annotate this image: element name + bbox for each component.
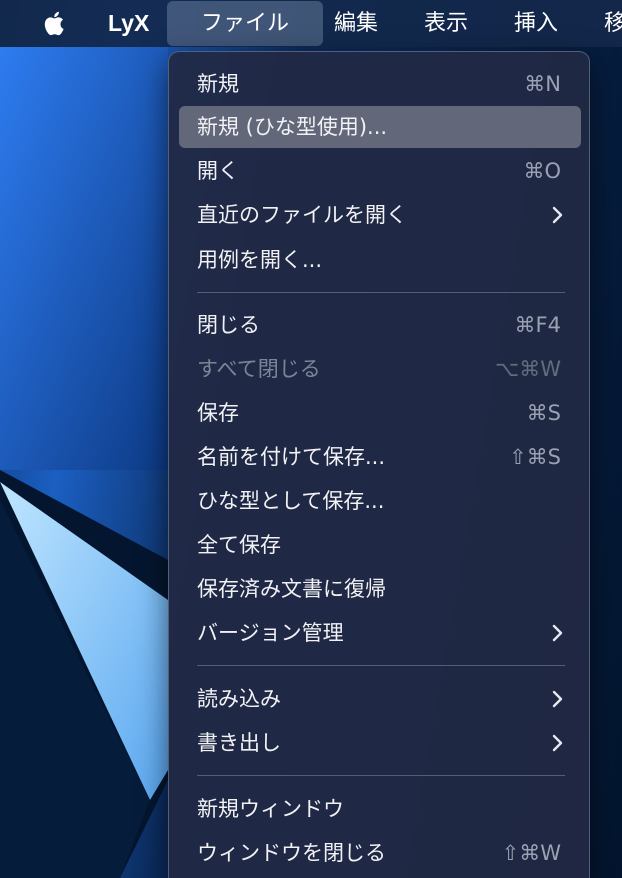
menu-item-label: 名前を付けて保存... <box>197 445 386 469</box>
menu-insert[interactable]: 挿入 <box>514 0 558 47</box>
menu-file[interactable]: ファイル <box>167 1 323 46</box>
chevron-right-icon <box>552 690 563 708</box>
menu-item-label: ウィンドウを閉じる <box>197 841 386 865</box>
menu-item-revert[interactable]: 保存済み文書に復帰 <box>179 568 581 610</box>
shortcut-label: ⌘O <box>523 159 561 183</box>
menu-navigate[interactable]: 移 <box>604 0 622 47</box>
menu-item-close-window[interactable]: ウィンドウを閉じる ⇧⌘W <box>179 832 581 874</box>
menu-item-open-example[interactable]: 用例を開く... <box>179 239 581 281</box>
menu-item-save-all[interactable]: 全て保存 <box>179 524 581 566</box>
menu-item-new[interactable]: 新規 ⌘N <box>179 63 581 105</box>
menu-item-version-control[interactable]: バージョン管理 <box>179 612 581 654</box>
menu-item-label: 新規 <box>197 72 239 96</box>
menu-item-close[interactable]: 閉じる ⌘F4 <box>179 304 581 346</box>
menu-item-label: 新規ウィンドウ <box>197 797 344 821</box>
menu-item-open-recent[interactable]: 直近のファイルを開く <box>179 194 581 236</box>
menu-item-label: 開く <box>197 159 239 183</box>
chevron-right-icon <box>552 734 563 752</box>
shortcut-label: ⇧⌘S <box>509 445 561 469</box>
menu-view[interactable]: 表示 <box>424 0 468 47</box>
menu-item-label: 書き出し <box>197 731 281 755</box>
menu-item-label: 保存済み文書に復帰 <box>197 577 386 601</box>
shortcut-label: ⌘S <box>526 401 561 425</box>
shortcut-label: ⌘N <box>524 72 561 96</box>
menu-item-export[interactable]: 書き出し <box>179 722 581 764</box>
menu-item-new-from-template[interactable]: 新規 (ひな型使用)... <box>179 106 581 148</box>
menu-item-label: 全て保存 <box>197 533 281 557</box>
chevron-right-icon <box>552 206 563 224</box>
menu-item-label: ひな型として保存... <box>197 489 385 513</box>
app-name[interactable]: LyX <box>108 0 149 47</box>
menu-edit[interactable]: 編集 <box>334 0 378 47</box>
chevron-right-icon <box>552 624 563 642</box>
menu-item-save-as[interactable]: 名前を付けて保存... ⇧⌘S <box>179 436 581 478</box>
menu-bar: LyX ファイル 編集 表示 挿入 移 <box>0 0 622 47</box>
apple-icon[interactable] <box>40 8 70 38</box>
menu-item-label: 新規 (ひな型使用)... <box>197 115 388 139</box>
menu-separator <box>197 665 565 666</box>
shortcut-label: ⌘F4 <box>514 313 561 337</box>
file-menu-dropdown: 新規 ⌘N 新規 (ひな型使用)... 開く ⌘O 直近のファイルを開く 用例を… <box>168 51 590 878</box>
menu-separator <box>197 292 565 293</box>
menu-item-open[interactable]: 開く ⌘O <box>179 150 581 192</box>
menu-item-save[interactable]: 保存 ⌘S <box>179 392 581 434</box>
menu-item-label: 保存 <box>197 401 239 425</box>
menu-item-close-all: すべて閉じる ⌥⌘W <box>179 348 581 390</box>
menu-item-save-as-template[interactable]: ひな型として保存... <box>179 480 581 522</box>
menu-item-label: 閉じる <box>197 313 260 337</box>
menu-item-label: 直近のファイルを開く <box>197 203 407 227</box>
menu-item-import[interactable]: 読み込み <box>179 678 581 720</box>
menu-separator <box>197 775 565 776</box>
shortcut-label: ⌥⌘W <box>495 357 561 381</box>
menu-item-label: バージョン管理 <box>197 621 344 645</box>
menu-item-new-window[interactable]: 新規ウィンドウ <box>179 788 581 830</box>
menu-item-label: 用例を開く... <box>197 248 323 272</box>
menu-item-label: 読み込み <box>197 687 281 711</box>
shortcut-label: ⇧⌘W <box>501 841 561 865</box>
menu-item-label: すべて閉じる <box>197 357 321 381</box>
